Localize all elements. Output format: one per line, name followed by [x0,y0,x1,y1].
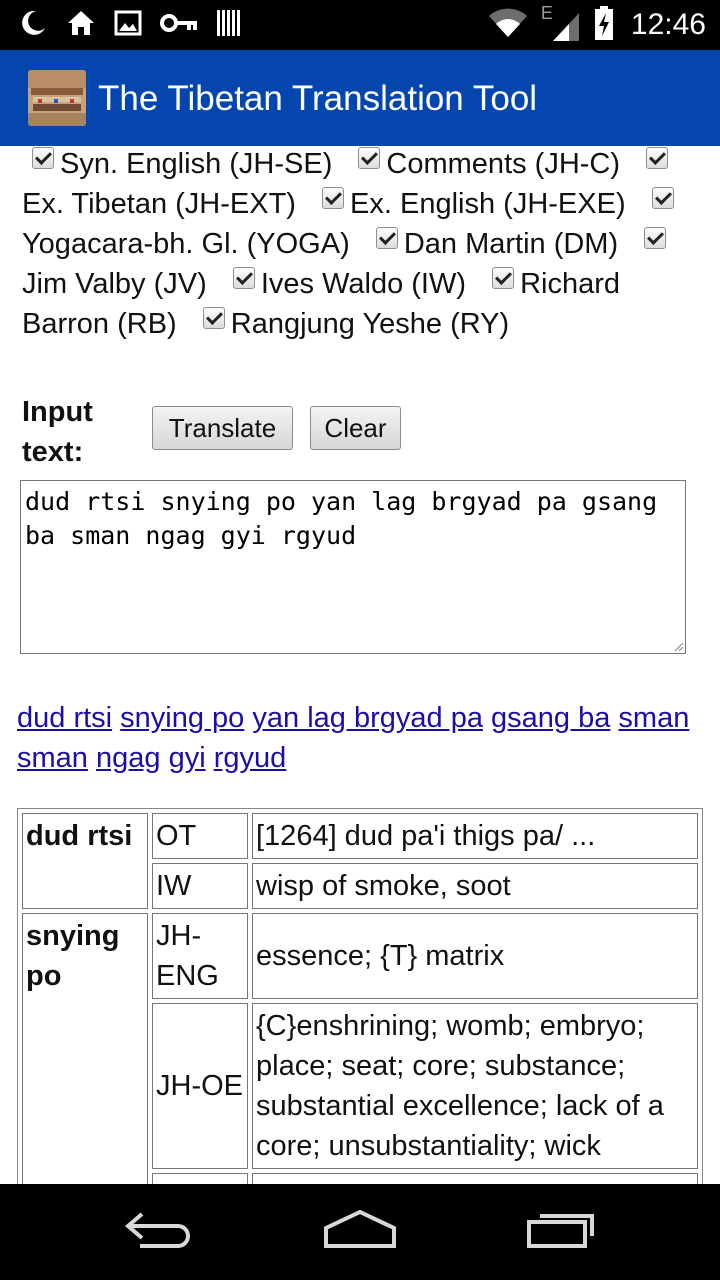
source-label: Ex. Tibetan (JH-EXT) [22,188,296,220]
moon-icon [18,8,48,43]
notification-icons [18,8,242,42]
word-link[interactable]: sman [17,742,88,774]
source-label: Dan Martin (DM) [403,228,619,260]
source-cell: OT [152,813,248,859]
signal-icon: E [541,3,581,43]
app-logo-icon[interactable] [28,70,86,126]
clear-button[interactable]: Clear [310,406,401,450]
system-icons: E 12:46 [487,3,706,46]
dictionary-source-list: Syn. English (JH-SE) Comments (JH-C) Ex.… [22,146,712,344]
recents-icon[interactable] [526,1208,596,1253]
tibetan-input-textarea[interactable]: dud rtsi snying po yan lag brgyad pa gsa… [20,480,686,654]
word-link[interactable]: rgyud [214,742,287,774]
source-checkbox-jh-ext[interactable] [646,147,669,169]
app-bar: The Tibetan Translation Tool [0,50,720,146]
status-bar: E 12:46 [0,0,720,50]
source-label: Ives Waldo (IW) [260,268,466,300]
home-icon[interactable] [322,1208,398,1253]
source-label: Ex. English (JH-EXE) [350,188,626,220]
definition-cell: [1264] dud pa'i thigs pa/ ... [252,813,698,859]
source-cell: JH-OE [152,1003,248,1169]
word-link[interactable]: sman [618,702,689,734]
definition-cell: essence; {T} matrix [252,913,698,999]
word-link[interactable]: dud rtsi [17,702,112,734]
source-label: Yogacara-bh. Gl. (YOGA) [22,228,350,260]
definition-cell [252,1173,698,1184]
source-checkbox-iw[interactable] [232,267,255,289]
input-text-label: Input text: [22,396,93,468]
wifi-icon [487,7,529,44]
clock: 12:46 [630,8,706,41]
word-link[interactable]: yan lag brgyad pa [252,702,483,734]
source-label: Rangjung Yeshe (RY) [230,308,510,340]
term-cell: dud rtsi [22,813,148,909]
source-checkbox-dm[interactable] [375,227,398,249]
source-label: Syn. English (JH-SE) [60,148,333,180]
key-icon [160,11,198,40]
word-link[interactable]: ngag [96,742,161,774]
term-cell: snying po [22,913,148,1184]
source-checkbox-rb[interactable] [492,267,515,289]
source-label: Comments (JH-C) [386,148,621,180]
page-content: Syn. English (JH-SE) Comments (JH-C) Ex.… [0,146,720,1184]
word-link[interactable]: gyi [169,742,206,774]
table-row: snying po JH-ENG essence; {T} matrix [22,913,698,1184]
results-table: dud rtsi OT [1264] dud pa'i thigs pa/ ..… [17,808,703,1184]
source-label: Jim Valby (JV) [22,268,207,300]
home-icon [66,8,96,43]
image-icon [114,9,142,42]
barcode-icon [216,8,242,43]
app-title: The Tibetan Translation Tool [98,79,538,118]
navigation-bar [0,1184,720,1280]
source-checkbox-yoga[interactable] [651,187,674,209]
source-checkbox-jh-exe[interactable] [322,187,345,209]
source-cell: IW [152,863,248,909]
table-row: dud rtsi OT [1264] dud pa'i thigs pa/ ..… [22,813,698,909]
word-link[interactable]: snying po [120,702,244,734]
back-icon[interactable] [124,1208,194,1253]
source-cell: JH-ENG [152,913,248,999]
source-checkbox-jh-c[interactable] [358,147,381,169]
source-checkbox-jv[interactable] [644,227,667,249]
battery-charging-icon [593,5,615,46]
word-links: dud rtsi snying po yan lag brgyad pa gsa… [17,698,707,778]
definition-cell: wisp of smoke, soot [252,863,698,909]
definition-cell: {C}enshrining; womb; embryo; place; seat… [252,1003,698,1169]
translate-button[interactable]: Translate [152,406,293,450]
resize-grip-icon[interactable] [672,640,684,652]
word-link[interactable]: gsang ba [491,702,610,734]
source-checkbox-ry[interactable] [202,307,225,329]
source-cell [152,1173,248,1184]
source-checkbox-jh-se[interactable] [32,147,54,169]
